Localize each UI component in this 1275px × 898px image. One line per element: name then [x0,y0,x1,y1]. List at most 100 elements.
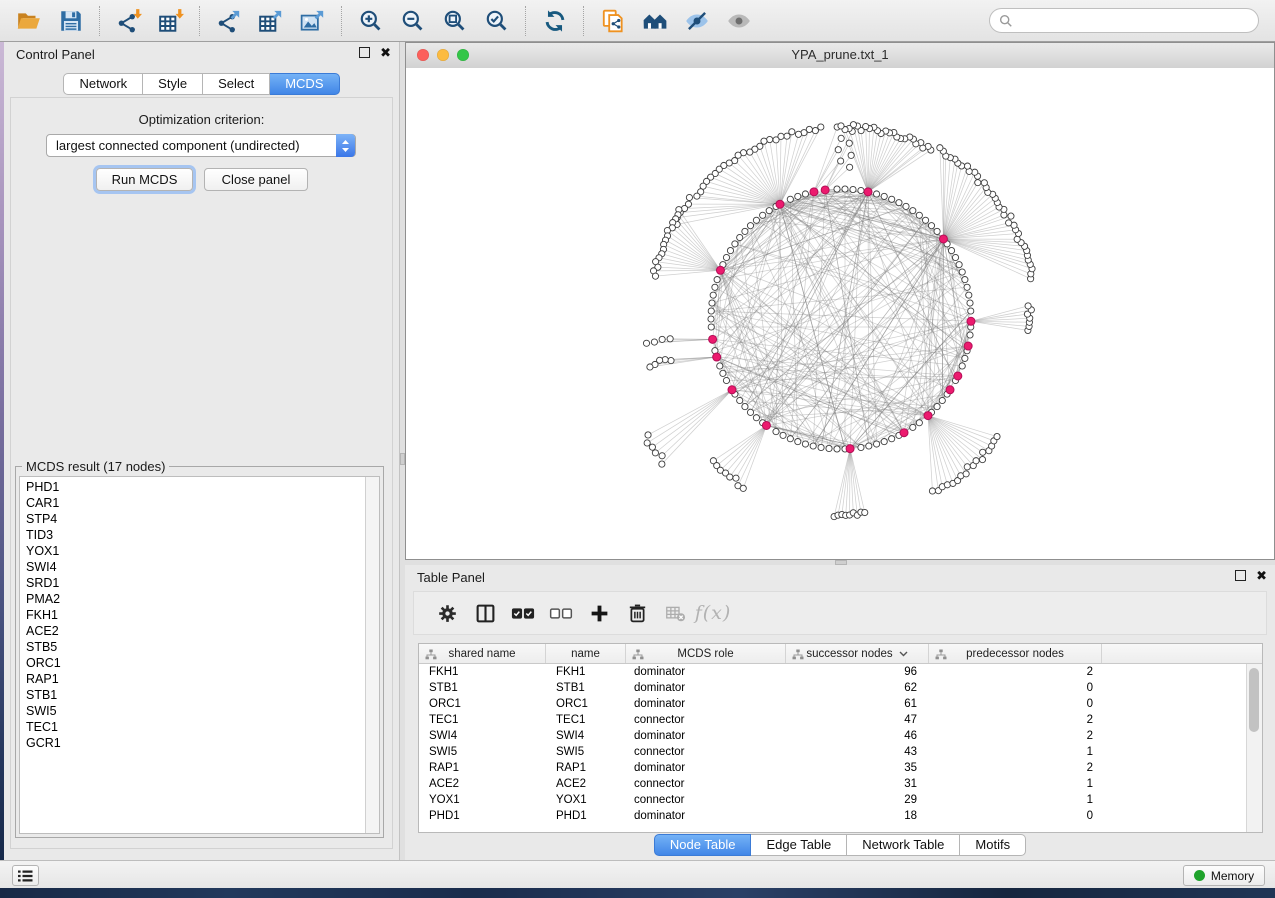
float-panel-icon[interactable] [1235,570,1246,581]
list-item[interactable]: ACE2 [20,623,365,639]
scrollbar-thumb[interactable] [1249,668,1259,732]
add-column-button[interactable] [587,601,611,625]
list-item[interactable]: STP4 [20,511,365,527]
dominator-node[interactable] [728,386,736,394]
save-session-button[interactable] [53,3,89,39]
zoom-fit-button[interactable] [437,3,473,39]
toggle-column-panel-button[interactable] [473,601,497,625]
list-item[interactable]: SRD1 [20,575,365,591]
dominator-node[interactable] [946,386,954,394]
tab-select[interactable]: Select [203,73,270,95]
list-item[interactable]: ORC1 [20,655,365,671]
list-item[interactable]: PHD1 [20,479,365,495]
zoom-selected-button[interactable] [479,3,515,39]
deselect-all-rows-button[interactable] [549,601,573,625]
export-image-button[interactable] [295,3,331,39]
duplicate-network-button[interactable] [595,3,631,39]
import-network-button[interactable] [111,3,147,39]
float-panel-icon[interactable] [359,47,370,58]
run-mcds-button[interactable]: Run MCDS [96,168,193,191]
dominator-node[interactable] [716,266,724,274]
table-row[interactable]: SWI4SWI4dominator462 [419,728,1262,744]
column-header-name[interactable]: name [546,644,626,663]
column-header-successor-nodes[interactable]: successor nodes [786,644,929,663]
cell-successor-nodes: 35 [786,760,929,776]
table-row[interactable]: STB1STB1dominator620 [419,680,1262,696]
list-item[interactable]: FKH1 [20,607,365,623]
dominator-node[interactable] [900,429,908,437]
close-panel-icon[interactable]: ✖ [1256,570,1267,581]
zoom-out-button[interactable] [395,3,431,39]
network-window-titlebar[interactable]: YPA_prune.txt_1 [406,43,1274,69]
dominator-node[interactable] [954,372,962,380]
dominator-node[interactable] [810,188,818,196]
table-row[interactable]: SWI5SWI5connector431 [419,744,1262,760]
tab-network-table[interactable]: Network Table [847,834,960,856]
list-scrollbar[interactable] [365,477,379,833]
list-item[interactable]: SWI5 [20,703,365,719]
delete-table-button[interactable] [663,601,687,625]
close-panel-button[interactable]: Close panel [204,168,308,191]
list-item[interactable]: SWI4 [20,559,365,575]
list-item[interactable]: TEC1 [20,719,365,735]
list-item[interactable]: TID3 [20,527,365,543]
table-row[interactable]: YOX1YOX1connector291 [419,792,1262,808]
column-header-shared-name[interactable]: shared name [419,644,546,663]
list-item[interactable]: YOX1 [20,543,365,559]
tab-motifs[interactable]: Motifs [960,834,1026,856]
dominator-node[interactable] [967,317,975,325]
list-item[interactable]: STB5 [20,639,365,655]
tab-edge-table[interactable]: Edge Table [751,834,847,856]
table-row[interactable]: PHD1PHD1dominator180 [419,808,1262,824]
list-item[interactable]: STB1 [20,687,365,703]
function-builder-button[interactable]: f(x) [701,601,725,625]
tab-style[interactable]: Style [143,73,203,95]
optimization-criterion-select[interactable]: largest connected component (undirected) [46,134,356,157]
dominator-node[interactable] [846,445,854,453]
open-file-button[interactable] [11,3,47,39]
dominator-node[interactable] [864,188,872,196]
dominator-node[interactable] [713,353,721,361]
list-item[interactable]: CAR1 [20,495,365,511]
export-network-button[interactable] [211,3,247,39]
dominator-node[interactable] [709,335,717,343]
zoom-in-button[interactable] [353,3,389,39]
table-row[interactable]: FKH1FKH1dominator962 [419,664,1262,680]
dominator-node[interactable] [776,200,784,208]
apply-layout-button[interactable] [537,3,573,39]
delete-columns-button[interactable] [625,601,649,625]
hide-selected-button[interactable] [679,3,715,39]
search-input[interactable] [1019,12,1249,29]
network-canvas[interactable] [406,68,1274,559]
import-table-button[interactable] [153,3,189,39]
column-settings-button[interactable] [435,601,459,625]
show-all-button[interactable] [721,3,757,39]
network-graph[interactable] [406,68,1274,559]
dominator-node[interactable] [924,412,932,420]
dominator-node[interactable] [939,235,947,243]
column-header-predecessor-nodes[interactable]: predecessor nodes [929,644,1102,663]
task-history-button[interactable] [12,865,39,886]
tab-mcds[interactable]: MCDS [270,73,339,95]
list-item[interactable]: RAP1 [20,671,365,687]
column-header-mcds-role[interactable]: MCDS role [626,644,786,663]
export-table-button[interactable] [253,3,289,39]
dominator-node[interactable] [821,186,829,194]
table-row[interactable]: TEC1TEC1connector472 [419,712,1262,728]
list-item[interactable]: GCR1 [20,735,365,751]
table-row[interactable]: RAP1RAP1dominator352 [419,760,1262,776]
cell-filler [1102,712,1262,728]
first-neighbors-button[interactable] [637,3,673,39]
search-field[interactable] [989,8,1259,33]
table-scrollbar[interactable] [1246,664,1262,832]
close-panel-icon[interactable]: ✖ [380,47,391,58]
tab-network[interactable]: Network [63,73,143,95]
dominator-node[interactable] [964,342,972,350]
list-item[interactable]: PMA2 [20,591,365,607]
dominator-node[interactable] [762,421,770,429]
select-all-rows-button[interactable] [511,601,535,625]
table-row[interactable]: ACE2ACE2connector311 [419,776,1262,792]
tab-node-table[interactable]: Node Table [654,834,752,856]
memory-button[interactable]: Memory [1183,865,1265,886]
table-row[interactable]: ORC1ORC1dominator610 [419,696,1262,712]
